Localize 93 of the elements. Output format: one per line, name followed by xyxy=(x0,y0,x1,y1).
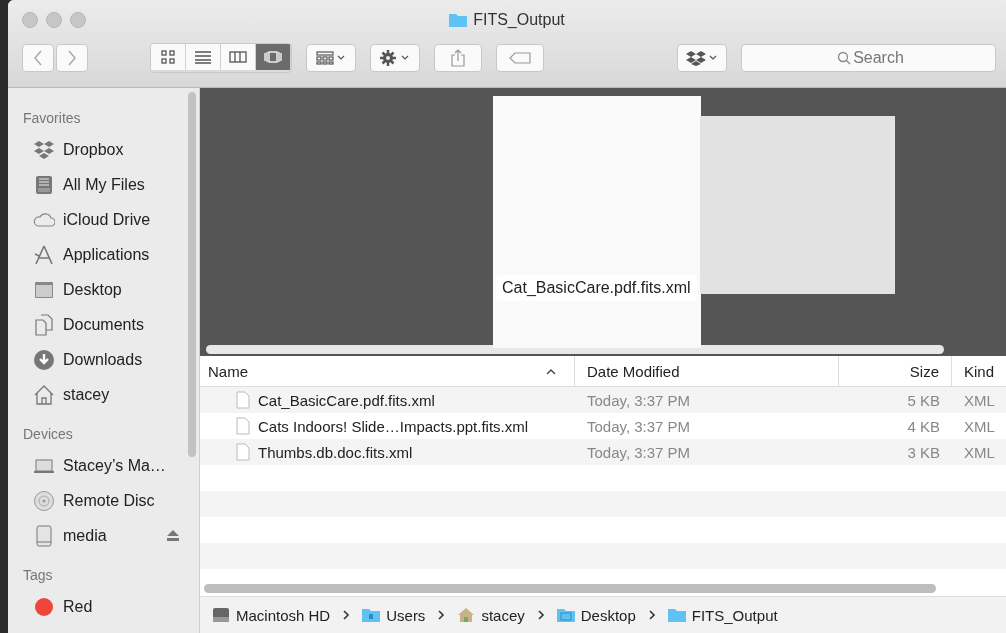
share-button[interactable] xyxy=(434,44,482,72)
date-cell: Today, 3:37 PM xyxy=(587,391,691,409)
drive-icon xyxy=(33,524,55,547)
allfiles-icon xyxy=(33,173,55,196)
column-header[interactable]: Size xyxy=(839,356,952,386)
sidebar-item[interactable]: stacey xyxy=(63,385,110,404)
file-name[interactable]: Cat_BasicCare.pdf.fits.xml xyxy=(258,391,435,409)
preview-caption: Cat_BasicCare.pdf.fits.xml xyxy=(496,275,697,301)
sidebar-item[interactable]: All My Files xyxy=(63,175,145,194)
sidebar-scrollbar[interactable] xyxy=(188,92,196,457)
kind-cell: XML xyxy=(964,391,995,409)
columns-view-icon xyxy=(229,50,247,64)
document-icon xyxy=(236,443,250,461)
search-field[interactable]: Search xyxy=(741,44,996,72)
eject-icon[interactable] xyxy=(167,530,179,541)
users-icon xyxy=(362,607,381,623)
chevron-left-icon xyxy=(33,50,43,66)
chevron-icon xyxy=(437,610,446,620)
search-icon xyxy=(837,51,851,65)
horizontal-scrollbar[interactable] xyxy=(204,583,936,593)
table-row[interactable]: Thumbs.db.doc.fits.xml Today, 3:37 PM 3 KB XML xyxy=(200,439,1006,465)
sort-caret-icon xyxy=(546,367,556,375)
sidebar-section-title: Devices xyxy=(22,425,74,444)
coverflow-view-icon xyxy=(264,50,282,64)
window-title: FITS_Output xyxy=(473,11,565,29)
kind-cell: XML xyxy=(964,443,995,461)
dropbox-icon xyxy=(33,138,55,161)
disc-icon xyxy=(33,489,55,512)
desktop-icon xyxy=(556,607,575,623)
name-column-header[interactable]: Name xyxy=(200,356,575,386)
close-window-button[interactable] xyxy=(22,12,38,28)
icons-view-icon xyxy=(159,50,177,64)
sidebar-item[interactable]: Red xyxy=(63,597,93,616)
folder-icon xyxy=(667,607,686,623)
column-header[interactable]: Date Modified xyxy=(575,356,839,386)
table-row[interactable]: Cat_BasicCare.pdf.fits.xml Today, 3:37 PM 5 KB XML xyxy=(200,387,1006,413)
action-gear-button[interactable] xyxy=(370,44,420,72)
home-icon xyxy=(33,383,55,406)
path-item[interactable]: Desktop xyxy=(580,606,636,624)
path-item[interactable]: Macintosh HD xyxy=(236,606,331,624)
list-view-icon xyxy=(194,50,212,64)
sidebar-item[interactable]: Stacey’s Ma… xyxy=(63,456,166,475)
sidebar-item[interactable]: iCloud Drive xyxy=(63,210,151,229)
back-button[interactable] xyxy=(22,44,54,72)
date-cell: Today, 3:37 PM xyxy=(587,417,691,435)
folder-icon xyxy=(449,13,468,27)
size-cell: 5 KB xyxy=(907,391,940,409)
chevron-icon xyxy=(342,610,351,620)
size-cell: 3 KB xyxy=(907,443,940,461)
document-icon xyxy=(236,391,250,409)
document-icon xyxy=(236,417,250,435)
tag-icon xyxy=(509,52,531,64)
dropbox-button[interactable] xyxy=(677,44,727,72)
date-cell: Today, 3:37 PM xyxy=(587,443,691,461)
sidebar-section-title: Favorites xyxy=(22,109,82,128)
columns-view-button[interactable] xyxy=(221,44,256,70)
sidebar-item[interactable]: Dropbox xyxy=(63,140,124,159)
boxes-dropdown-icon xyxy=(686,50,718,66)
apps-icon xyxy=(33,243,55,266)
sidebar-item[interactable]: Remote Disc xyxy=(63,491,155,510)
chevron-right-icon xyxy=(67,50,77,66)
coverflow-view-button[interactable] xyxy=(256,44,291,70)
sidebar-item[interactable]: Desktop xyxy=(63,280,122,299)
forward-button[interactable] xyxy=(56,44,88,72)
list-view-button[interactable] xyxy=(186,44,221,70)
path-item[interactable]: Users xyxy=(386,606,426,624)
table-row[interactable]: Cats Indoors! Slide…Impacts.ppt.fits.xml Today, 3:37 PM 4 KB XML xyxy=(200,413,1006,439)
sidebar-item[interactable]: Documents xyxy=(63,315,144,334)
size-cell: 4 KB xyxy=(907,417,940,435)
cover-flow-scrollbar[interactable] xyxy=(206,344,944,354)
file-name[interactable]: Thumbs.db.doc.fits.xml xyxy=(258,443,413,461)
tag-button[interactable] xyxy=(496,44,544,72)
sidebar-item[interactable]: Downloads xyxy=(63,350,143,369)
icons-view-button[interactable] xyxy=(151,44,186,70)
kind-cell: XML xyxy=(964,417,995,435)
sidebar-section-title: Tags xyxy=(22,566,54,585)
column-header[interactable]: Kind xyxy=(952,356,1006,386)
share-icon xyxy=(451,49,465,67)
gear-icon xyxy=(380,50,410,66)
sidebar-item[interactable]: Applications xyxy=(63,245,150,264)
arrange-button[interactable] xyxy=(306,44,356,72)
path-item[interactable]: FITS_Output xyxy=(691,606,778,624)
chevron-icon xyxy=(647,610,656,620)
grid-dropdown-icon xyxy=(316,51,346,65)
documents-icon xyxy=(33,313,55,336)
chevron-icon xyxy=(536,610,545,620)
minimize-window-button[interactable] xyxy=(46,12,62,28)
file-name[interactable]: Cats Indoors! Slide…Impacts.ppt.fits.xml xyxy=(258,417,529,435)
home-icon xyxy=(457,607,476,623)
sidebar-item[interactable]: media xyxy=(63,526,107,545)
path-item[interactable]: stacey xyxy=(481,606,525,624)
downloads-icon xyxy=(33,348,55,371)
zoom-window-button[interactable] xyxy=(70,12,86,28)
